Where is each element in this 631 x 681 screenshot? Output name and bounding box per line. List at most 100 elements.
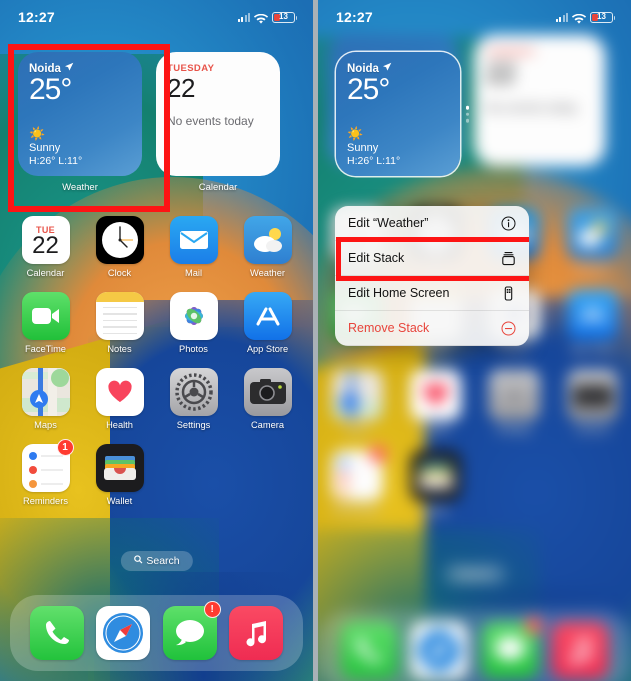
menu-label: Edit Home Screen — [348, 286, 450, 300]
notes-app-icon — [95, 292, 144, 340]
messages-badge: ! — [203, 601, 221, 618]
calendar-widget-cell: TUESDAY 22 No events today Calendar — [156, 52, 280, 193]
status-bar-right: 12:27 13 — [318, 0, 631, 34]
widget-context-menu: Edit “Weather” Edit Stack Edit Home Scre… — [335, 206, 529, 346]
app-label: Photos — [179, 344, 208, 354]
dock-app-music[interactable] — [228, 606, 283, 660]
appstore-app-icon — [243, 292, 292, 340]
app-label: Calendar — [26, 268, 65, 278]
app-row-2: FaceTime Notes Photos App Store — [14, 292, 299, 354]
app-label: Clock — [107, 268, 132, 278]
battery-low-icon: 13 — [590, 11, 615, 23]
app-maps[interactable]: Maps — [14, 368, 77, 430]
calendar-icon-date: 22 — [32, 232, 59, 260]
weather-widget-cell: Noida 25° ☀️ Sunny H:26° L:11° Weather — [18, 52, 142, 193]
app-notes[interactable]: Notes — [88, 292, 151, 354]
photos-app-icon — [169, 292, 218, 340]
app-label: Camera — [250, 420, 285, 430]
menu-label: Edit “Weather” — [348, 216, 429, 230]
app-row-1: TUE 22 Calendar Clock Mail Weather — [14, 216, 299, 278]
search-pill[interactable]: Search — [120, 551, 193, 571]
stack-icon — [500, 250, 516, 266]
weather-condition-right: Sunny — [347, 142, 379, 154]
wifi-icon — [571, 12, 587, 24]
app-label: Reminders — [23, 496, 68, 506]
menu-item-edit-stack[interactable]: Edit Stack — [335, 241, 529, 276]
widget-row: Noida 25° ☀️ Sunny H:26° L:11° Weather T… — [0, 52, 313, 193]
weather-temperature: 25° — [29, 73, 72, 106]
menu-item-remove-stack[interactable]: Remove Stack — [335, 311, 529, 346]
mail-app-icon — [169, 216, 218, 264]
calendar-events: No events today — [167, 114, 254, 128]
weather-widget-label: Weather — [62, 182, 98, 193]
app-settings[interactable]: Settings — [162, 368, 225, 430]
settings-app-icon — [169, 368, 218, 416]
dock: ! — [10, 595, 303, 671]
app-facetime[interactable]: FaceTime — [14, 292, 77, 354]
wifi-icon — [253, 12, 269, 24]
app-label: Wallet — [106, 496, 133, 506]
music-app-icon — [228, 606, 283, 660]
app-label: Weather — [250, 268, 285, 278]
app-row-4: 1 Reminders Wallet — [14, 439, 299, 506]
sun-icon: ☀️ — [347, 126, 364, 141]
battery-low-icon: 13 — [272, 11, 297, 23]
health-app-icon — [95, 368, 144, 416]
weather-app-icon — [243, 216, 292, 264]
app-camera[interactable]: Camera — [236, 368, 299, 430]
app-row-3: Maps Health Settings Camera — [14, 368, 299, 430]
status-clock: 12:27 — [18, 9, 55, 25]
maps-app-icon — [21, 368, 70, 416]
calendar-widget[interactable]: TUESDAY 22 No events today — [156, 52, 280, 176]
app-label: Health — [106, 420, 133, 430]
app-label: Maps — [34, 420, 57, 430]
camera-app-icon — [243, 368, 292, 416]
calendar-app-icon: TUE 22 — [21, 216, 70, 264]
home-screen-icon — [500, 285, 516, 301]
clock-app-icon — [95, 216, 144, 264]
wallet-app-icon — [95, 444, 144, 492]
sun-icon: ☀️ — [29, 126, 46, 141]
facetime-app-icon — [21, 292, 70, 340]
battery-percent: 13 — [279, 12, 288, 21]
weather-widget[interactable]: Noida 25° ☀️ Sunny H:26° L:11° — [18, 52, 142, 176]
calendar-widget-label: Calendar — [198, 182, 238, 193]
app-wallet[interactable]: Wallet — [88, 444, 151, 506]
weather-widget-selected[interactable]: Noida 25° ☀️ Sunny H:26° L:11° — [336, 52, 460, 176]
selected-widget-container: Noida 25° ☀️ Sunny H:26° L:11° — [336, 52, 469, 176]
search-label: Search — [146, 555, 180, 567]
app-appstore[interactable]: App Store — [236, 292, 299, 354]
menu-label: Remove Stack — [348, 321, 430, 335]
minus-circle-icon — [500, 320, 516, 336]
app-grid: TUE 22 Calendar Clock Mail Weather FaceT… — [0, 216, 313, 520]
stack-page-indicator[interactable] — [465, 105, 469, 123]
dock-app-messages[interactable]: ! — [162, 601, 221, 660]
safari-app-icon — [96, 606, 151, 660]
cellular-bars-icon — [237, 12, 250, 22]
weather-condition: Sunny — [29, 142, 61, 154]
left-phone-screenshot: 12:27 13 Noida 25° ☀️ Sunny H:26° L:11° … — [0, 0, 313, 681]
phone-app-icon — [30, 606, 85, 660]
status-bar: 12:27 13 — [0, 0, 313, 34]
info-circle-icon — [500, 215, 516, 231]
app-mail[interactable]: Mail — [162, 216, 225, 278]
app-photos[interactable]: Photos — [162, 292, 225, 354]
status-clock-right: 12:27 — [336, 9, 373, 25]
app-label: FaceTime — [25, 344, 66, 354]
cellular-bars-icon — [555, 12, 568, 22]
app-health[interactable]: Health — [88, 368, 151, 430]
dock-app-phone[interactable] — [30, 606, 85, 660]
dock-app-safari[interactable] — [96, 606, 151, 660]
calendar-date: 22 — [167, 73, 195, 103]
app-clock[interactable]: Clock — [88, 216, 151, 278]
app-calendar[interactable]: TUE 22 Calendar — [14, 216, 77, 278]
menu-item-edit-home-screen[interactable]: Edit Home Screen — [335, 276, 529, 311]
reminders-badge: 1 — [56, 439, 74, 456]
app-weather[interactable]: Weather — [236, 216, 299, 278]
app-reminders[interactable]: 1 Reminders — [14, 439, 77, 506]
app-label: Mail — [184, 268, 203, 278]
two-phone-comparison: 12:27 13 Noida 25° ☀️ Sunny H:26° L:11° … — [0, 0, 631, 681]
weather-high-low-right: H:26° L:11° — [347, 155, 401, 167]
battery-percent-right: 13 — [597, 12, 606, 21]
menu-item-edit-weather[interactable]: Edit “Weather” — [335, 206, 529, 241]
